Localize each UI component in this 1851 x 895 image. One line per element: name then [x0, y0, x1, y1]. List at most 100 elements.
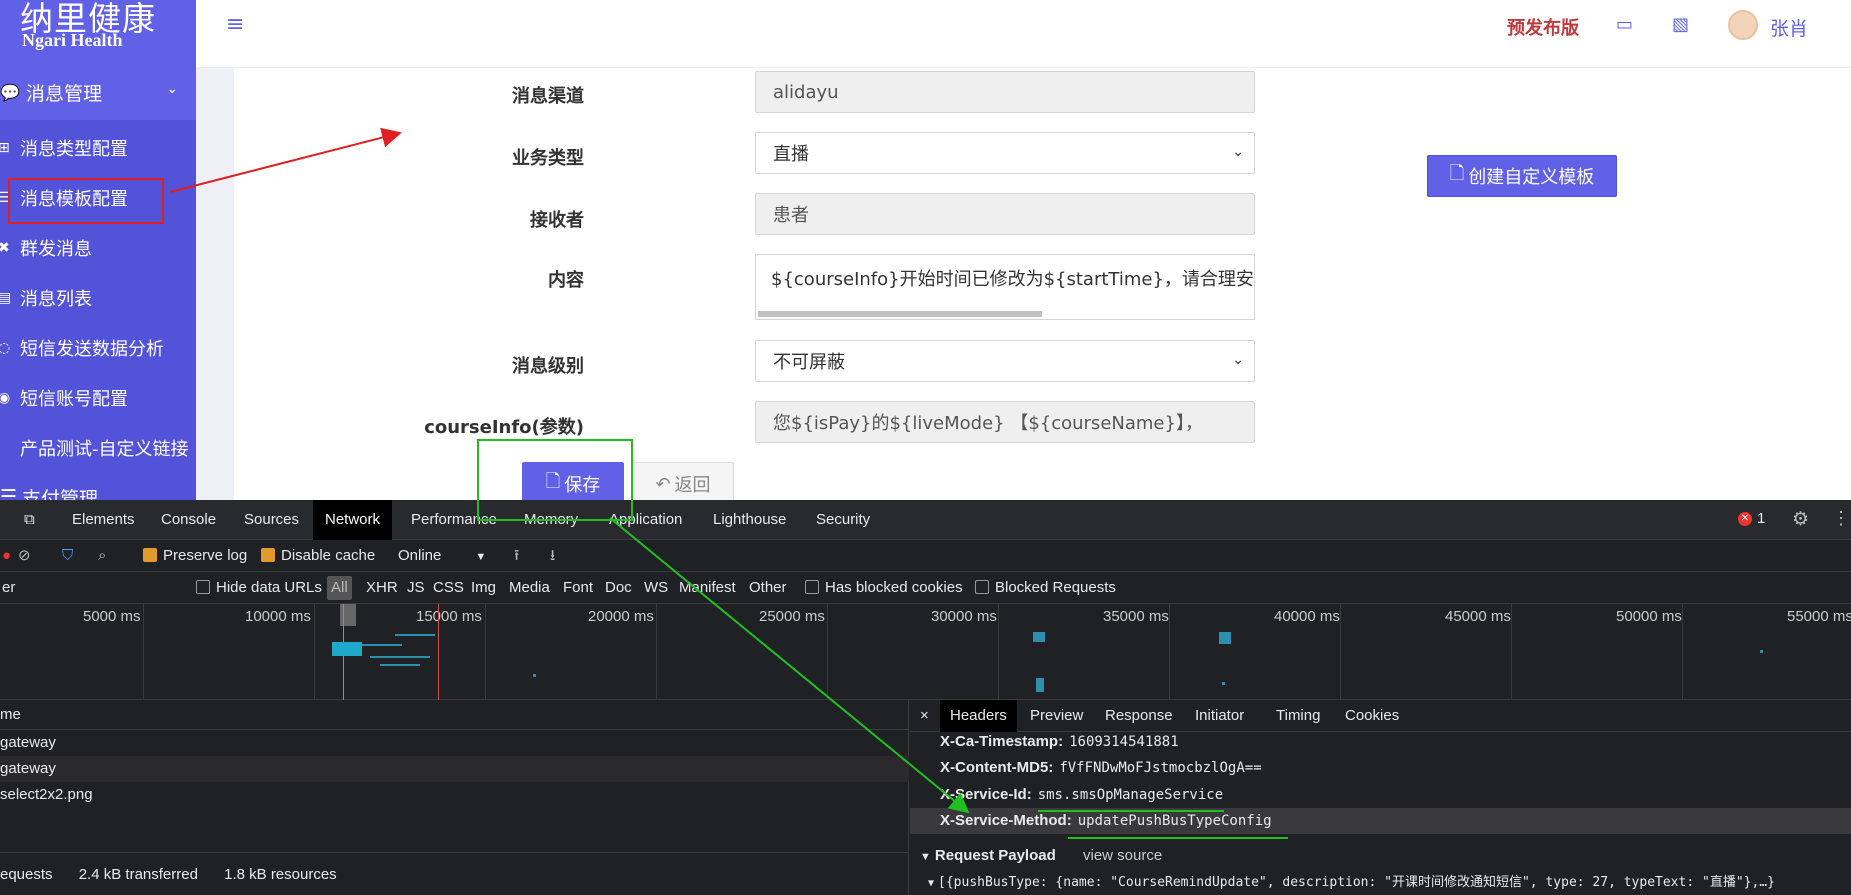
filter-bar: er Hide data URLs All XHR JS CSS Img Med… [0, 572, 1851, 604]
biz-type-select[interactable]: 直播 ⌄ [755, 132, 1255, 174]
tab-application[interactable]: Application [597, 500, 694, 540]
header-row[interactable]: X-Ca-Timestamp: 1609314541881 [940, 729, 1179, 755]
content-textarea[interactable]: ${courseInfo}开始时间已修改为${startTime}，请合理安排时… [755, 254, 1255, 320]
sidebar-item-label: 短信发送数据分析 [20, 339, 164, 360]
close-icon[interactable]: × [910, 700, 939, 732]
tab-cookies[interactable]: Cookies [1335, 700, 1409, 732]
avatar[interactable] [1728, 10, 1758, 40]
param-field[interactable]: 您${isPay}的${liveMode} 【${courseName}】， [755, 401, 1255, 443]
save-label: 保存 [564, 475, 601, 496]
tab-performance[interactable]: Performance [399, 500, 509, 540]
sidebar-item-custom-link[interactable]: 产品测试-自定义链接 [0, 426, 196, 470]
chat-icon: 💬 [0, 82, 20, 102]
network-toolbar: ● ⊘ ⛉ ⌕ Preserve log Disable cache Onlin… [0, 540, 1851, 572]
header-row[interactable]: X-Service-Method: updatePushBusTypeConfig [940, 808, 1272, 834]
search-icon[interactable]: ⌕ [98, 540, 106, 572]
blocked-requests-label: Blocked Requests [995, 579, 1116, 596]
table-row[interactable]: select2x2.png [0, 782, 909, 808]
tab-initiator[interactable]: Initiator [1185, 700, 1254, 732]
blocked-cookies-checkbox[interactable]: Has blocked cookies [805, 572, 963, 604]
tick-label: 55000 ms [1787, 608, 1851, 625]
payload-line[interactable]: ▼ [{pushBusType: {name: "CourseRemindUpda… [928, 871, 1775, 890]
tab-memory[interactable]: Memory [512, 500, 590, 540]
monitor-icon[interactable]: ▭ [1616, 14, 1633, 35]
hamburger-icon[interactable]: ≡ [226, 12, 244, 37]
clear-icon[interactable]: ⊘ [18, 540, 31, 572]
sidebar-item-label: 群发消息 [20, 239, 92, 260]
view-source-link[interactable]: view source [1083, 847, 1162, 864]
type-other[interactable]: Other [749, 572, 787, 604]
more-icon[interactable]: ⋮ [1832, 508, 1850, 529]
horizontal-scrollbar[interactable] [758, 311, 1042, 317]
table-row[interactable]: gateway [0, 730, 909, 756]
logo[interactable]: 纳里健康 Ngari Health [20, 0, 180, 58]
disable-cache-checkbox[interactable]: Disable cache [261, 540, 375, 572]
type-all[interactable]: All [327, 576, 352, 600]
tab-lighthouse[interactable]: Lighthouse [701, 500, 798, 540]
sidebar-item-sms-analysis[interactable]: ◌ 短信发送数据分析 [0, 326, 196, 370]
filter-icon[interactable]: ⛉ [62, 540, 73, 572]
back-button[interactable]: ↶ 返回 [632, 462, 734, 500]
tick-label: 10000 ms [245, 608, 311, 625]
preserve-log-checkbox[interactable]: Preserve log [143, 540, 247, 572]
tab-elements[interactable]: Elements [60, 500, 147, 540]
menu-section-message[interactable]: 💬 消息管理 ⌄ [0, 65, 196, 119]
chevron-down-icon: ⌄ [1232, 144, 1244, 160]
param-label: courseInfo(参数) [424, 417, 584, 438]
type-media[interactable]: Media [509, 572, 550, 604]
tab-sources[interactable]: Sources [232, 500, 311, 540]
type-manifest[interactable]: Manifest [679, 572, 736, 604]
user-name[interactable]: 张肖 [1770, 14, 1808, 41]
upload-icon[interactable]: ⭱ [514, 540, 519, 572]
hide-data-urls-checkbox[interactable]: Hide data URLs [196, 572, 322, 604]
tab-timing[interactable]: Timing [1266, 700, 1330, 732]
reply-icon: ↶ [655, 473, 671, 495]
tab-console[interactable]: Console [149, 500, 228, 540]
type-doc[interactable]: Doc [605, 572, 632, 604]
tab-network[interactable]: Network [313, 500, 393, 540]
throttle-select[interactable]: Online ▼ [398, 540, 486, 572]
blocked-requests-checkbox[interactable]: Blocked Requests [975, 572, 1116, 604]
record-icon[interactable]: ● [2, 540, 11, 572]
form-panel: 消息渠道 alidayu 业务类型 直播 ⌄ 接收者 患者 内容 ${cours… [234, 68, 1851, 500]
tab-response[interactable]: Response [1095, 700, 1183, 732]
save-button[interactable]: 🗋 保存 [522, 462, 624, 500]
type-font[interactable]: Font [563, 572, 593, 604]
checkbox-checked[interactable] [261, 548, 275, 562]
create-template-button[interactable]: 🗋 创建自定义模板 [1427, 155, 1617, 197]
type-xhr[interactable]: XHR [366, 572, 398, 604]
header-row[interactable]: X-Content-MD5: fVfFNDwMoFJstmocbzlOgA== [940, 755, 1262, 781]
excel-file-icon[interactable]: ▧ [1672, 14, 1689, 35]
devtools-panel: ⧉ Elements Console Sources Network Perfo… [0, 500, 1851, 895]
name-column-header[interactable]: me [0, 700, 909, 730]
table-row[interactable]: gateway [0, 756, 909, 782]
type-img[interactable]: Img [471, 572, 496, 604]
level-select[interactable]: 不可屏蔽 ⌄ [755, 340, 1255, 382]
level-label: 消息级别 [512, 356, 584, 377]
sidebar-item-type-config[interactable]: ⊞ 消息类型配置 [0, 126, 196, 170]
network-timeline[interactable]: 5000 ms 10000 ms 15000 ms 20000 ms 25000… [0, 604, 1851, 700]
tick-label: 30000 ms [931, 608, 997, 625]
menu-section-payment[interactable]: ☰ 支付管理 [0, 477, 196, 500]
sidebar-item-sms-account[interactable]: ◉ 短信账号配置 [0, 376, 196, 420]
error-icon[interactable]: ✕ [1738, 512, 1752, 526]
tab-security[interactable]: Security [804, 500, 882, 540]
error-count[interactable]: 1 [1757, 510, 1765, 527]
payload-title[interactable]: ▼ Request Payload [920, 847, 1056, 864]
download-icon[interactable]: ⭳ [550, 540, 555, 572]
tab-preview[interactable]: Preview [1020, 700, 1093, 732]
type-ws[interactable]: WS [644, 572, 668, 604]
type-css[interactable]: CSS [433, 572, 464, 604]
gear-icon[interactable]: ⚙ [1792, 508, 1809, 531]
request-list: me gateway gateway select2x2.png equests… [0, 700, 909, 895]
checkbox-checked[interactable] [143, 548, 157, 562]
tick-label: 5000 ms [83, 608, 141, 625]
header-row[interactable]: X-Service-Id: sms.smsOpManageService [940, 782, 1223, 808]
filter-input[interactable]: er [2, 572, 15, 604]
list-icon: ☰ [0, 486, 18, 500]
sidebar-item-message-list[interactable]: ▤ 消息列表 [0, 276, 196, 320]
tab-headers[interactable]: Headers [940, 700, 1017, 732]
device-toggle-icon[interactable]: ⧉ [12, 500, 47, 540]
sidebar-item-broadcast[interactable]: ✖ 群发消息 [0, 226, 196, 270]
type-js[interactable]: JS [407, 572, 425, 604]
